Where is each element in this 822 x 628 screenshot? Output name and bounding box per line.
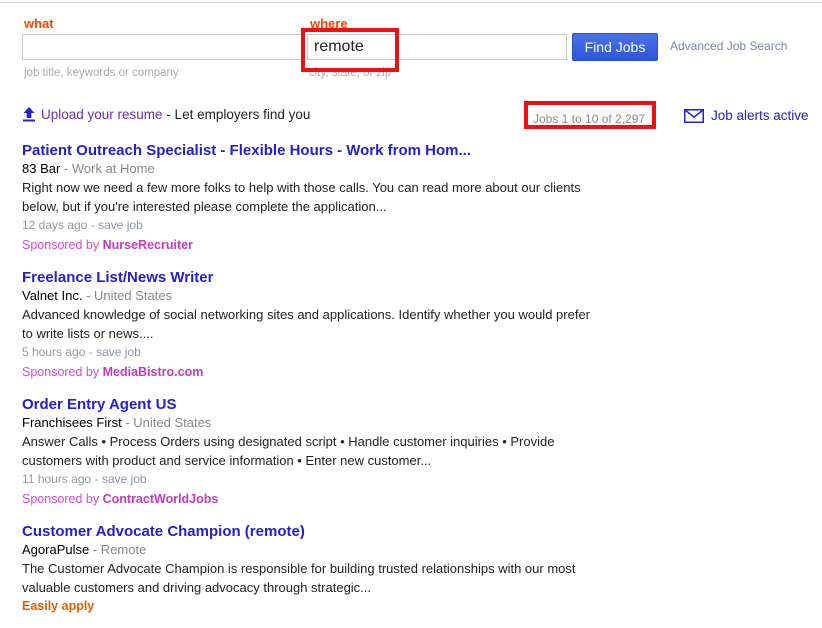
job-company-link[interactable]: 83 Bar: [22, 161, 60, 176]
job-title-link[interactable]: Patient Outreach Specialist - Flexible H…: [22, 141, 822, 160]
job-age: 5 hours ago: [22, 345, 86, 359]
job-footer: 11 hours ago - save job: [22, 470, 822, 489]
sponsor-link[interactable]: ContractWorldJobs: [103, 492, 219, 506]
sponsor-link[interactable]: MediaBistro.com: [103, 365, 204, 379]
job-footer-separator: -: [91, 472, 102, 486]
job-location: United States: [94, 288, 173, 303]
job-summary: Right now we need a few more folks to he…: [22, 180, 581, 214]
where-field-label: where: [310, 16, 348, 31]
sponsored-prefix: Sponsored by: [22, 365, 103, 379]
job-title-link[interactable]: Customer Advocate Champion (remote): [22, 522, 822, 541]
job-footer-separator: -: [85, 345, 97, 359]
job-location: Remote: [100, 542, 147, 557]
easily-apply-badge: Easily apply: [22, 599, 95, 613]
job-sponsored: Sponsored by ContractWorldJobs: [22, 489, 822, 509]
job-result-card: Freelance List/News Writer Valnet Inc. -…: [0, 268, 822, 382]
utility-row: Upload your resume - Let employers find …: [0, 105, 822, 131]
upload-arrow-icon: [22, 107, 36, 122]
job-summary: The Customer Advocate Champion is respon…: [22, 561, 576, 595]
sponsored-prefix: Sponsored by: [22, 238, 103, 252]
job-company-link[interactable]: AgoraPulse: [22, 542, 89, 557]
job-alerts-link[interactable]: Job alerts active: [711, 108, 809, 123]
job-result-card: Customer Advocate Champion (remote) Agor…: [0, 522, 822, 615]
page-top-divider: [0, 2, 822, 3]
search-field-row: Find Jobs Advanced Job Search: [0, 33, 822, 64]
job-location: Work at Home: [71, 161, 155, 176]
where-input-hint: city, state, or zip: [309, 67, 392, 79]
job-meta-separator: -: [89, 542, 101, 557]
search-field-labels: what where: [0, 16, 822, 32]
what-input[interactable]: [22, 34, 302, 60]
save-job-link[interactable]: save job: [98, 218, 143, 232]
advanced-job-search-link[interactable]: Advanced Job Search: [670, 39, 787, 53]
job-company-location: 83 Bar - Work at Home: [22, 160, 822, 178]
job-summary: Advanced knowledge of social networking …: [22, 307, 591, 341]
job-alerts-block[interactable]: Job alerts active: [684, 108, 809, 123]
job-meta-separator: -: [82, 288, 95, 303]
sponsored-prefix: Sponsored by: [22, 492, 103, 506]
job-company-link[interactable]: Valnet Inc.: [22, 288, 82, 303]
save-job-link[interactable]: save job: [102, 472, 147, 486]
save-job-link[interactable]: save job: [96, 345, 141, 359]
upload-resume-label: Upload your resume: [41, 107, 163, 122]
upload-resume-tail: - Let employers find you: [162, 107, 311, 122]
job-company-location: AgoraPulse - Remote: [22, 541, 822, 559]
job-footer: 12 days ago - save job: [22, 216, 822, 235]
job-result-card: Patient Outreach Specialist - Flexible H…: [0, 141, 822, 255]
job-results-list: Patient Outreach Specialist - Flexible H…: [0, 141, 822, 628]
upload-resume-block: Upload your resume - Let employers find …: [22, 107, 310, 122]
job-meta-separator: -: [121, 415, 134, 430]
where-input[interactable]: [307, 34, 567, 60]
search-hint-row: job title, keywords or company city, sta…: [0, 67, 822, 83]
job-footer: 5 hours ago - save job: [22, 343, 822, 362]
envelope-icon: [684, 109, 704, 123]
job-meta-separator: -: [60, 161, 72, 176]
job-sponsored: Sponsored by NurseRecruiter: [22, 235, 822, 255]
job-company-location: Valnet Inc. - United States: [22, 287, 822, 305]
find-jobs-button[interactable]: Find Jobs: [572, 33, 658, 61]
job-age: 12 days ago: [22, 218, 88, 232]
job-title-link[interactable]: Freelance List/News Writer: [22, 268, 822, 287]
job-search-form: what where Find Jobs Advanced Job Search…: [0, 16, 822, 83]
job-title-link[interactable]: Order Entry Agent US: [22, 395, 822, 414]
job-sponsored: Sponsored by MediaBistro.com: [22, 362, 822, 382]
sponsor-link[interactable]: NurseRecruiter: [103, 238, 193, 252]
what-field-label: what: [24, 16, 54, 31]
job-summary: Answer Calls • Process Orders using desi…: [22, 434, 555, 468]
job-location: United States: [133, 415, 212, 430]
what-input-hint: job title, keywords or company: [24, 67, 179, 79]
job-company-link[interactable]: Franchisees First: [22, 415, 122, 430]
upload-resume-link[interactable]: Upload your resume: [41, 107, 163, 122]
job-count-label: Jobs 1 to 10 of 2,297: [533, 112, 646, 126]
job-company-location: Franchisees First - United States: [22, 414, 822, 432]
job-result-card: Order Entry Agent US Franchisees First -…: [0, 395, 822, 509]
job-age: 11 hours ago: [22, 472, 92, 486]
job-footer-separator: -: [87, 218, 99, 232]
